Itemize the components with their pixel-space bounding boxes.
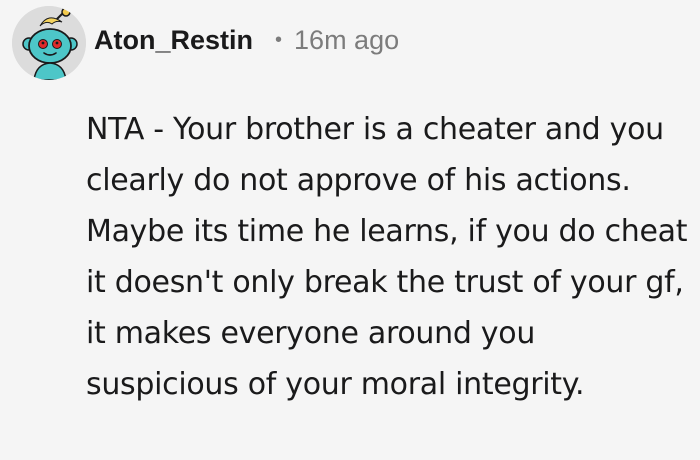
- snoo-avatar-icon: [12, 6, 86, 80]
- comment-timestamp[interactable]: 16m ago: [294, 25, 399, 56]
- comment-meta: Aton_Restin • 16m ago: [94, 20, 399, 60]
- avatar[interactable]: [12, 6, 86, 80]
- meta-separator: •: [275, 28, 283, 51]
- author-username[interactable]: Aton_Restin: [94, 25, 253, 56]
- comment: Aton_Restin • 16m ago NTA - Your brother…: [0, 0, 700, 460]
- comment-body: NTA - Your brother is a cheater and you …: [86, 112, 688, 402]
